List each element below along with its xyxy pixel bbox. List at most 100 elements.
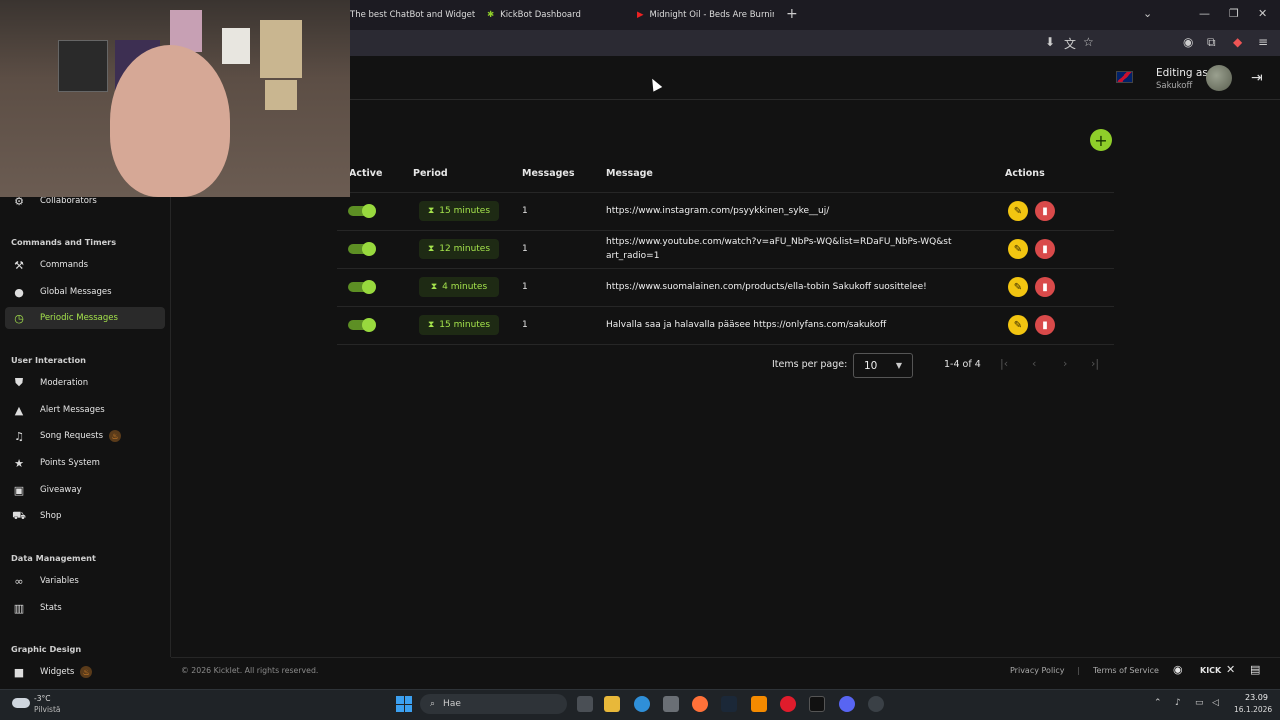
ublock-icon[interactable]: ◆ [1233, 35, 1242, 49]
privacy-policy-link[interactable]: Privacy Policy [1010, 666, 1065, 675]
sidebar-item-label: Variables [40, 576, 79, 586]
sidebar-item-song-requests[interactable]: ♫ Song Requests ♨ [5, 425, 165, 447]
sidebar-item-moderation[interactable]: ⛊ Moderation [5, 372, 165, 394]
sidebar-item-label: Points System [40, 458, 100, 468]
bookmark-star-icon[interactable]: ☆ [1083, 35, 1094, 49]
link-icon: ∞ [14, 574, 24, 588]
clock-time[interactable]: 23.09 [1245, 693, 1268, 702]
sidebar-item-variables[interactable]: ∞ Variables [5, 570, 165, 592]
edit-button[interactable]: ✎ [1008, 201, 1028, 221]
delete-button[interactable]: ▮ [1035, 277, 1055, 297]
hourglass-icon: ⧗ [427, 206, 435, 216]
kick-link[interactable]: KICK [1200, 666, 1221, 675]
cloud-icon [12, 698, 30, 708]
sidebar-item-label: Global Messages [40, 287, 112, 297]
next-page-icon[interactable]: › [1063, 357, 1067, 370]
translate-icon[interactable]: 文 [1064, 35, 1076, 52]
gift-icon: ▣ [13, 483, 25, 497]
message-text: Halvalla saa ja halavalla pääsee https:/… [606, 320, 887, 330]
close-window-icon[interactable]: ✕ [1258, 7, 1267, 20]
column-header-messages: Messages [522, 168, 575, 179]
maximize-icon[interactable]: ❐ [1229, 7, 1239, 20]
sidebar-item-stats[interactable]: ▥ Stats [5, 597, 165, 619]
sidebar-item-label: Commands [40, 260, 89, 270]
sidebar-item-commands[interactable]: ⚒ Commands [5, 254, 165, 276]
weather-temp[interactable]: -3°C [34, 694, 50, 703]
message-count: 1 [522, 244, 528, 254]
opera-icon[interactable] [780, 696, 796, 712]
extensions-icon[interactable]: ⧉ [1207, 35, 1216, 50]
tray-chevron-icon[interactable]: ⌃ [1154, 698, 1162, 708]
edit-button[interactable]: ✎ [1008, 315, 1028, 335]
sidebar-item-giveaway[interactable]: ▣ Giveaway [5, 479, 165, 501]
avatar[interactable] [1206, 65, 1232, 91]
delete-button[interactable]: ▮ [1035, 239, 1055, 259]
sidebar-item-points-system[interactable]: ★ Points System [5, 452, 165, 474]
network-icon[interactable]: ▭ [1195, 698, 1204, 708]
windows-start-icon[interactable] [396, 696, 412, 712]
account-icon[interactable]: ◉ [1183, 35, 1193, 49]
sidebar-item-alert-messages[interactable]: ▲ Alert Messages [5, 399, 165, 421]
column-header-period: Period [413, 168, 448, 179]
previous-page-icon[interactable]: ‹ [1032, 357, 1036, 370]
youtube-favicon-icon: ▶ [637, 10, 644, 20]
task-view-icon[interactable] [577, 696, 593, 712]
edit-button[interactable]: ✎ [1008, 277, 1028, 297]
sidebar-item-label: Periodic Messages [40, 313, 118, 323]
taskbar-search[interactable]: ⌕ Hae [420, 694, 567, 714]
editing-user-name: Sakukoff [1156, 81, 1193, 91]
kickbot-favicon-icon: ✱ [487, 10, 495, 20]
delete-button[interactable]: ▮ [1035, 315, 1055, 335]
tab-midnight-oil[interactable]: ▶ Midnight Oil - Beds Are Burnin ✕ [637, 4, 774, 26]
obs-icon[interactable] [868, 696, 884, 712]
store-icon[interactable] [663, 696, 679, 712]
terminal-icon[interactable] [809, 696, 825, 712]
logout-icon[interactable]: ⇥ [1251, 70, 1263, 86]
minimize-icon[interactable]: — [1199, 7, 1210, 20]
active-toggle[interactable] [348, 242, 376, 256]
sidebar-item-widgets[interactable]: ■ Widgets ♨ [5, 661, 165, 683]
tab-chatbot[interactable]: The best ChatBot and Widgets | ✕ [350, 4, 475, 26]
new-tab-button[interactable]: + [786, 6, 798, 22]
shield-icon: ⛊ [14, 376, 24, 389]
tab-list-chevron-icon[interactable]: ⌄ [1143, 7, 1152, 20]
music-icon: ♫ [14, 429, 24, 443]
discord-icon[interactable]: ◉ [1173, 663, 1183, 676]
download-icon[interactable]: ⬇ [1045, 35, 1055, 49]
message-text: https://www.youtube.com/watch?v=aFU_NbPs… [606, 237, 952, 261]
sidebar-item-periodic-messages[interactable]: ◷ Periodic Messages [5, 307, 165, 329]
vlc-icon[interactable] [751, 696, 767, 712]
clock-date: 16.1.2026 [1234, 705, 1273, 714]
active-toggle[interactable] [348, 318, 376, 332]
terms-of-service-link[interactable]: Terms of Service [1093, 666, 1159, 675]
menu-icon[interactable]: ≡ [1258, 35, 1268, 49]
last-page-icon[interactable]: ›| [1091, 357, 1099, 370]
sidebar-item-label: Alert Messages [40, 405, 105, 415]
sidebar-item-shop[interactable]: ⛟ Shop [5, 505, 165, 527]
cart-icon: ⛟ [12, 508, 26, 522]
document-icon[interactable]: ▤ [1250, 663, 1260, 676]
steam-icon[interactable] [721, 696, 737, 712]
microphone-icon[interactable]: ♪ [1175, 698, 1181, 708]
first-page-icon[interactable]: |‹ [1000, 357, 1008, 370]
uk-flag-icon[interactable] [1116, 71, 1133, 83]
items-per-page-select[interactable]: 10 ▼ [853, 353, 913, 378]
items-per-page-value: 10 [864, 359, 878, 372]
delete-button[interactable]: ▮ [1035, 201, 1055, 221]
period-value: 15 minutes [439, 320, 491, 330]
file-explorer-icon[interactable] [604, 696, 620, 712]
active-toggle[interactable] [348, 204, 376, 218]
volume-icon[interactable]: ◁ [1212, 698, 1219, 708]
active-toggle[interactable] [348, 280, 376, 294]
firefox-icon[interactable] [692, 696, 708, 712]
edit-button[interactable]: ✎ [1008, 239, 1028, 259]
sidebar-item-global-messages[interactable]: ● Global Messages [5, 281, 165, 303]
add-message-button[interactable]: + [1090, 129, 1112, 151]
edge-icon[interactable] [634, 696, 650, 712]
x-icon[interactable]: ✕ [1226, 663, 1235, 676]
period-badge: ⧗ 15 minutes [419, 315, 499, 335]
tab-kickbot-dashboard[interactable]: ✱ KickBot Dashboard ✕ [487, 4, 625, 26]
discord-app-icon[interactable] [839, 696, 855, 712]
period-value: 4 minutes [442, 282, 488, 292]
period-value: 15 minutes [439, 206, 491, 216]
